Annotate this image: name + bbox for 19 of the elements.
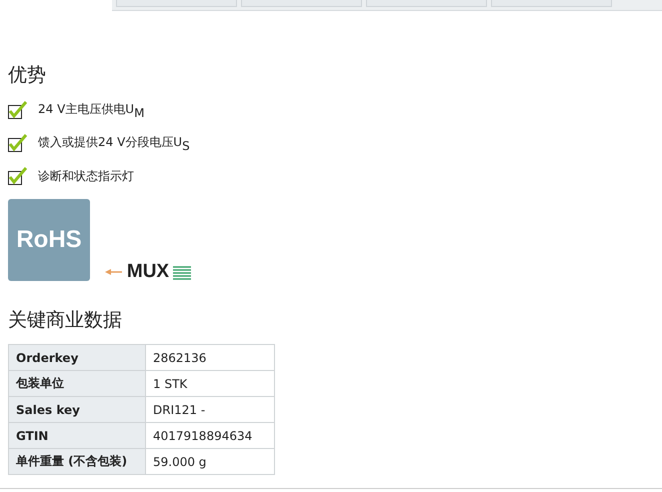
tab[interactable]: [366, 0, 487, 7]
table-header-cell: GTIN: [8, 422, 146, 448]
table-cell: DRI121 -: [146, 396, 274, 422]
tab[interactable]: [491, 0, 612, 7]
rohs-logo: RoHS: [8, 199, 90, 281]
table-cell: 1 STK: [146, 370, 274, 396]
table-cell: 59.000 g: [146, 448, 274, 474]
tab[interactable]: [241, 0, 362, 7]
table-header-cell: Orderkey: [8, 344, 146, 370]
table-header-cell: 包装单位: [8, 370, 146, 396]
feature-text: 诊断和状态指示灯: [38, 168, 134, 184]
table-header-cell: 单件重量 (不含包装): [8, 448, 146, 474]
table-cell: 4017918894634: [146, 422, 274, 448]
section-heading: 关键商业数据: [8, 308, 123, 333]
tab[interactable]: [116, 0, 237, 7]
section-heading: 优势: [8, 63, 47, 88]
table-header-cell: Sales key: [8, 396, 146, 422]
mux-logo: MUX: [105, 263, 191, 281]
table-cell: 2862136: [146, 344, 274, 370]
